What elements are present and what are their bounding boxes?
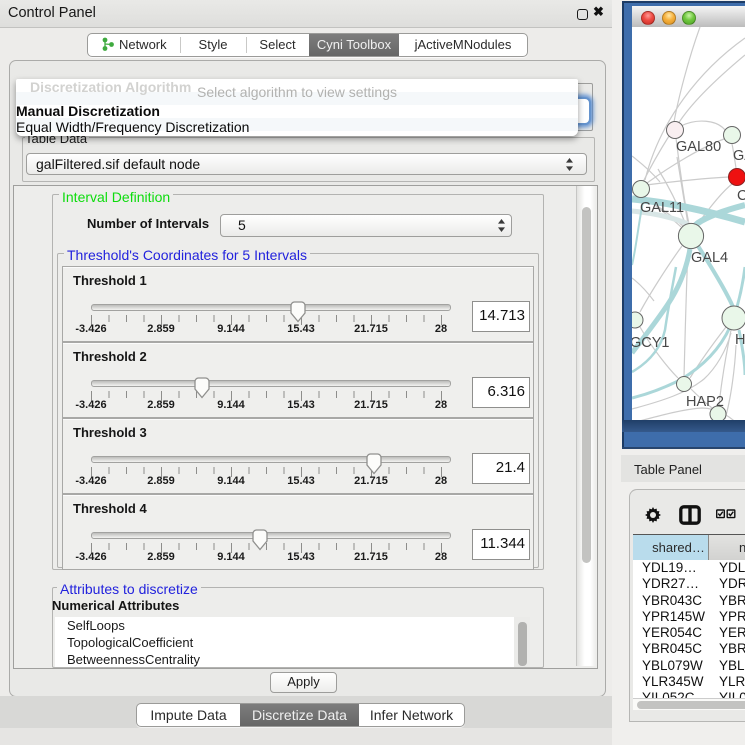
svg-text:H: H (735, 332, 745, 348)
svg-text:GAL80: GAL80 (676, 139, 721, 155)
svg-text:GCY1: GCY1 (632, 335, 670, 351)
svg-text:GAL4: GAL4 (691, 250, 728, 266)
svg-text:HAP2: HAP2 (686, 394, 724, 410)
svg-text:C: C (737, 188, 745, 204)
svg-text:GA: GA (733, 148, 745, 164)
svg-text:GAL11: GAL11 (640, 200, 684, 216)
